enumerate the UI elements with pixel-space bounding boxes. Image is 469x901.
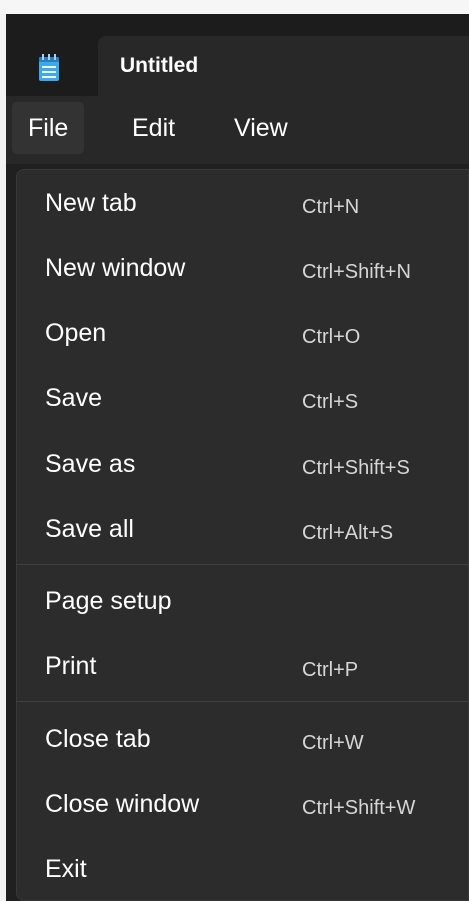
menu-item-shortcut: Ctrl+S: [302, 391, 359, 413]
menu-item-shortcut: Ctrl+P: [302, 659, 359, 681]
menu-item-label: Save: [45, 384, 102, 412]
menu-item-close-tab[interactable]: Close tab Ctrl+W: [17, 711, 468, 771]
menu-item-label: Close window: [45, 790, 200, 818]
menu-item-label: Exit: [45, 855, 87, 883]
menu-item-shortcut: Ctrl+Alt+S: [302, 522, 394, 544]
menu-item-save-all[interactable]: Save all Ctrl+Alt+S: [17, 501, 468, 561]
screen: Untitled File Edit View New tab Ctrl+N N…: [0, 0, 469, 901]
menu-item-exit[interactable]: Exit: [17, 841, 468, 901]
menu-item-shortcut: Ctrl+Shift+W: [302, 797, 416, 819]
menu-item-open[interactable]: Open Ctrl+O: [17, 305, 468, 365]
menu-separator: [17, 701, 468, 702]
menu-bar: File Edit View: [6, 96, 469, 164]
menu-item-shortcut: Ctrl+W: [302, 732, 364, 754]
menu-item-new-window[interactable]: New window Ctrl+Shift+N: [17, 240, 468, 300]
menu-item-new-tab[interactable]: New tab Ctrl+N: [17, 175, 468, 235]
background-strip: [0, 0, 469, 14]
menu-item-label: Close tab: [45, 725, 151, 753]
menu-item-label: Print: [45, 652, 97, 680]
menu-view[interactable]: View: [218, 102, 304, 154]
menu-item-shortcut: Ctrl+O: [302, 326, 361, 348]
tab-untitled[interactable]: Untitled: [98, 36, 469, 100]
menu-item-label: Open: [45, 319, 107, 347]
tab-title: Untitled: [120, 54, 199, 77]
file-menu-dropdown: New tab Ctrl+N New window Ctrl+Shift+N O…: [16, 169, 469, 901]
menu-item-label: Save as: [45, 450, 136, 478]
menu-item-label: New window: [45, 254, 186, 282]
menu-item-shortcut: Ctrl+Shift+S: [302, 457, 410, 479]
menu-item-print[interactable]: Print Ctrl+P: [17, 638, 468, 698]
menu-item-save[interactable]: Save Ctrl+S: [17, 370, 468, 430]
menu-file[interactable]: File: [12, 102, 85, 154]
menu-edit[interactable]: Edit: [116, 102, 191, 154]
menu-item-shortcut: Ctrl+N: [302, 196, 360, 218]
menu-separator: [17, 564, 468, 565]
menu-item-label: New tab: [45, 189, 137, 217]
notepad-icon: [38, 54, 60, 82]
menu-item-label: Page setup: [45, 587, 172, 615]
menu-item-shortcut: Ctrl+Shift+N: [302, 261, 411, 283]
title-bar: Untitled: [6, 14, 469, 100]
menu-item-close-window[interactable]: Close window Ctrl+Shift+W: [17, 776, 468, 836]
menu-item-label: Save all: [45, 515, 134, 543]
menu-item-save-as[interactable]: Save as Ctrl+Shift+S: [17, 436, 468, 496]
menu-item-page-setup[interactable]: Page setup: [17, 573, 468, 633]
